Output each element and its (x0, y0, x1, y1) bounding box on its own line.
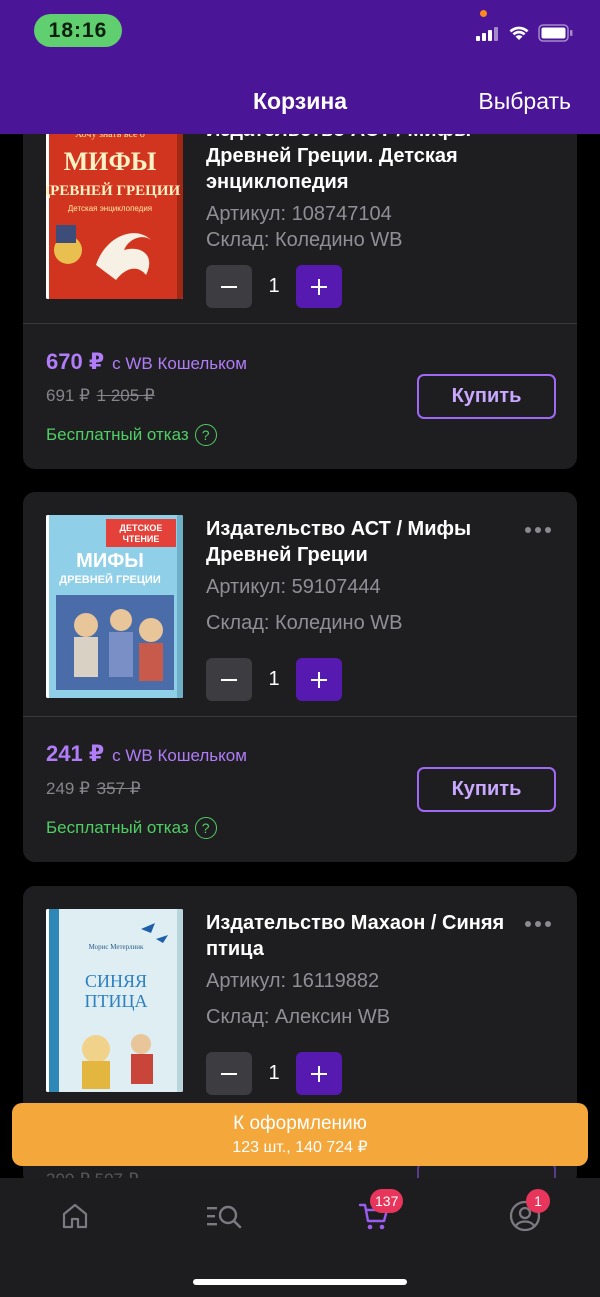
minus-icon (221, 285, 237, 288)
price-wallet: 241 ₽ (46, 741, 105, 766)
product-warehouse: Склад: Коледино WB (206, 229, 403, 251)
quantity-decrease-button[interactable] (206, 265, 252, 308)
buy-button[interactable]: Купить (417, 767, 556, 812)
product-article: Артикул: 59107444 (206, 576, 381, 598)
old-prices: 691 ₽ 1 205 ₽ (46, 386, 155, 406)
checkout-label: К оформлению (233, 1113, 367, 1134)
checkout-button[interactable]: К оформлению 123 шт., 140 724 ₽ (12, 1103, 588, 1166)
battery-icon (538, 24, 573, 42)
quantity-decrease-button[interactable] (206, 1052, 252, 1095)
product-title[interactable]: Издательство АСТ / Мифы Древней Греции (206, 516, 506, 568)
catalog-search-icon (207, 1205, 242, 1229)
divider (23, 716, 577, 717)
price-regular: 691 ₽ (46, 386, 90, 405)
price-wallet: 670 ₽ (46, 349, 105, 374)
cover-text: ДЕТСКОЕ (120, 523, 163, 533)
plus-icon (311, 1065, 327, 1082)
question-icon[interactable]: ? (194, 817, 217, 839)
buy-button[interactable]: Купить (417, 374, 556, 419)
price-row: 670 ₽ с WB Кошельком (46, 349, 247, 375)
wallet-label: с WB Кошельком (112, 746, 247, 765)
quantity-value: 1 (268, 1062, 280, 1084)
product-title[interactable]: Издательство Махаон / Синяя птица (206, 910, 506, 962)
tab-bar: 137 1 (0, 1178, 600, 1297)
tab-catalog[interactable] (204, 1196, 244, 1236)
book-cover-image[interactable]: Хочу знать всё о МИФЫ ДРЕВНЕЙ ГРЕЦИИ Дет… (46, 115, 183, 299)
cart-item-card: ДЕТСКОЕ ЧТЕНИЕ МИФЫ ДРЕВНЕЙ ГРЕЦИИ Издат… (23, 492, 577, 862)
cover-text: МИФЫ (76, 550, 144, 572)
price-original: 357 ₽ (96, 779, 141, 798)
quantity-decrease-button[interactable] (206, 658, 252, 701)
cover-text: Морис Метерлинк (89, 943, 144, 951)
profile-badge: 1 (526, 1189, 550, 1213)
product-article: Артикул: 16119882 (206, 970, 380, 992)
quantity-value: 1 (268, 668, 280, 690)
cover-text: ЧТЕНИЕ (123, 534, 160, 544)
cover-text: ПТИЦА (85, 991, 148, 1011)
tab-home[interactable] (55, 1196, 95, 1236)
product-article: Артикул: 108747104 (206, 203, 392, 225)
cover-text: МИФЫ (64, 147, 157, 176)
product-warehouse: Склад: Коледино WB (206, 612, 403, 634)
cart-badge: 137 (370, 1189, 404, 1213)
home-indicator (193, 1279, 407, 1285)
plus-icon (311, 671, 327, 688)
checkout-summary: 123 шт., 140 724 ₽ (232, 1139, 368, 1156)
minus-icon (221, 678, 237, 681)
quantity-increase-button[interactable] (296, 658, 342, 701)
divider (23, 323, 577, 324)
price-original: 1 205 ₽ (96, 386, 155, 405)
question-icon[interactable]: ? (194, 424, 217, 446)
free-return-label: Бесплатный отказ (46, 818, 189, 837)
book-cover-image[interactable]: Морис Метерлинк СИНЯЯ ПТИЦА (46, 909, 183, 1092)
quantity-increase-button[interactable] (296, 265, 342, 308)
cover-text: СИНЯЯ (85, 971, 147, 991)
price-row: 241 ₽ с WB Кошельком (46, 741, 247, 767)
header: 18:16 Корзина Выбрать (0, 0, 600, 134)
more-options-icon[interactable] (525, 919, 555, 929)
cart-item-card: Хочу знать всё о МИФЫ ДРЕВНЕЙ ГРЕЦИИ Дет… (23, 95, 577, 469)
plus-icon (311, 278, 327, 295)
home-icon (62, 1203, 88, 1229)
select-button[interactable]: Выбрать (478, 88, 571, 115)
more-options-icon[interactable] (525, 525, 555, 535)
status-time: 18:16 (34, 14, 122, 47)
minus-icon (221, 1072, 237, 1075)
cover-text: ДРЕВНЕЙ ГРЕЦИИ (46, 182, 180, 199)
cover-text: Детская энциклопедия (68, 204, 152, 213)
free-return-info[interactable]: Бесплатный отказ ? (46, 817, 217, 839)
wallet-label: с WB Кошельком (112, 354, 247, 373)
book-cover-image[interactable]: ДЕТСКОЕ ЧТЕНИЕ МИФЫ ДРЕВНЕЙ ГРЕЦИИ (46, 515, 183, 698)
wifi-icon (509, 26, 529, 40)
quantity-value: 1 (268, 275, 280, 297)
status-icons (476, 24, 574, 42)
free-return-label: Бесплатный отказ (46, 425, 189, 444)
price-regular: 249 ₽ (46, 779, 90, 798)
privacy-indicator (480, 10, 487, 17)
quantity-increase-button[interactable] (296, 1052, 342, 1095)
cover-text: ДРЕВНЕЙ ГРЕЦИИ (59, 573, 161, 586)
signal-icon (476, 27, 498, 41)
old-prices: 249 ₽ 357 ₽ (46, 779, 141, 799)
product-warehouse: Склад: Алексин WB (206, 1006, 391, 1028)
free-return-info[interactable]: Бесплатный отказ ? (46, 424, 217, 446)
